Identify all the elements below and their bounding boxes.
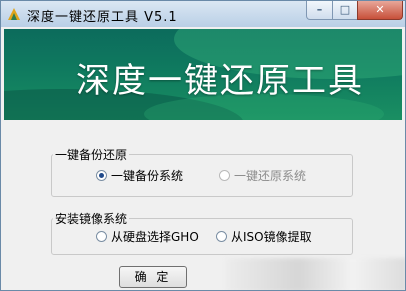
app-window: 深度一键还原工具 V5.1 – □ ✕ 深度一键还原工具 一键备份还原 一键备份… bbox=[0, 0, 406, 291]
title-bar[interactable]: 深度一键还原工具 V5.1 – □ ✕ bbox=[1, 1, 405, 27]
backup-restore-legend: 一键备份还原 bbox=[53, 146, 130, 163]
radio-from-disk-gho-label: 从硬盘选择GHO bbox=[111, 230, 199, 244]
radio-button-icon bbox=[219, 170, 230, 181]
window-title: 深度一键还原工具 V5.1 bbox=[27, 10, 178, 25]
radio-button-icon bbox=[96, 231, 107, 242]
minimize-icon: – bbox=[316, 3, 323, 16]
radio-button-icon bbox=[96, 170, 107, 181]
obscured-region bbox=[226, 258, 405, 290]
confirm-button[interactable]: 确 定 bbox=[119, 266, 187, 288]
banner-title: 深度一键还原工具 bbox=[76, 61, 364, 101]
close-icon: ✕ bbox=[375, 3, 385, 16]
close-button[interactable]: ✕ bbox=[357, 1, 403, 20]
radio-from-iso[interactable]: 从ISO镜像提取 bbox=[216, 228, 312, 245]
maximize-icon: □ bbox=[339, 3, 351, 16]
install-image-legend: 安装镜像系统 bbox=[53, 210, 130, 227]
maximize-button[interactable]: □ bbox=[332, 1, 358, 20]
radio-backup-system-label: 一键备份系统 bbox=[111, 169, 184, 183]
radio-restore-system-label: 一键还原系统 bbox=[234, 169, 307, 183]
app-logo-icon bbox=[8, 8, 20, 20]
header-banner: 深度一键还原工具 bbox=[4, 29, 402, 120]
radio-button-icon bbox=[216, 231, 227, 242]
minimize-button[interactable]: – bbox=[306, 1, 333, 20]
radio-from-disk-gho[interactable]: 从硬盘选择GHO bbox=[96, 228, 199, 245]
radio-restore-system[interactable]: 一键还原系统 bbox=[219, 167, 306, 184]
radio-backup-system[interactable]: 一键备份系统 bbox=[96, 167, 183, 184]
radio-from-iso-label: 从ISO镜像提取 bbox=[231, 230, 312, 244]
